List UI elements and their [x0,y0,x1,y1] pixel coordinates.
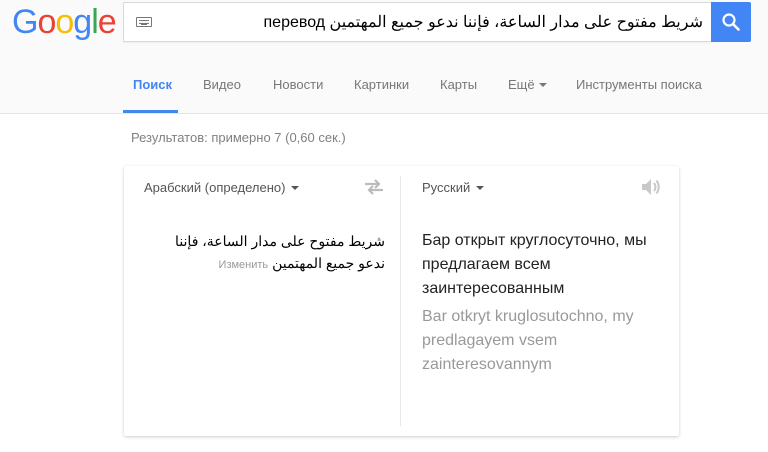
logo-letter: o [55,3,74,41]
search-button[interactable] [711,2,751,42]
translate-card: Арабский (определено) Русский شريط مفتوح… [124,166,679,436]
logo-letter: g [73,3,92,41]
result-stats: Результатов: примерно 7 (0,60 сек.) [131,130,346,145]
edit-link[interactable]: Изменить [219,259,269,271]
transliteration-text: Bar otkryt kruglosutochno, my predlagaye… [422,308,634,373]
source-language-select[interactable]: Арабский (определено) [144,180,300,195]
tab-search[interactable]: Поиск [133,77,172,92]
logo-letter: G [12,3,38,41]
source-language-label: Арабский (определено) [144,180,286,195]
tab-search-tools[interactable]: Инструменты поиска [576,77,702,92]
keyboard-icon[interactable] [136,17,152,27]
source-text: شريط مفتوح على مدار الساعة، فإننا ندعو ج… [154,230,385,276]
search-query[interactable]: перевод شريط مفتوح على مدار الساعة، فإنن… [264,12,703,32]
swap-languages-icon[interactable] [364,179,384,195]
search-icon [722,13,740,31]
search-tabs: Поиск Видео Новости Картинки Карты Ещё И… [0,56,768,114]
translation-text: Бар открыт круглосуточно, мы предлагаем … [422,232,647,297]
target-language-label: Русский [422,180,471,195]
tab-images[interactable]: Картинки [354,77,409,92]
tab-news[interactable]: Новости [273,77,323,92]
panel-divider [400,176,401,426]
header: Google перевод شريط مفتوح على مدار الساع… [0,0,768,56]
target-language-select[interactable]: Русский [422,180,485,195]
logo-letter: e [97,3,117,41]
speaker-icon[interactable] [641,178,661,196]
google-logo[interactable]: Google [12,3,117,42]
tab-more-label: Ещё [508,77,535,92]
search-input[interactable]: перевод شريط مفتوح على مدار الساعة، فإنن… [123,2,711,42]
tab-more[interactable]: Ещё [508,77,547,92]
tab-maps[interactable]: Карты [440,77,477,92]
tab-video[interactable]: Видео [203,77,241,92]
chevron-down-icon [538,82,547,87]
active-tab-indicator [123,110,178,113]
chevron-down-icon [476,185,485,190]
source-text-content: شريط مفتوح على مدار الساعة، فإننا ندعو ج… [175,233,385,271]
chevron-down-icon [291,185,300,190]
logo-letter: o [37,3,56,41]
